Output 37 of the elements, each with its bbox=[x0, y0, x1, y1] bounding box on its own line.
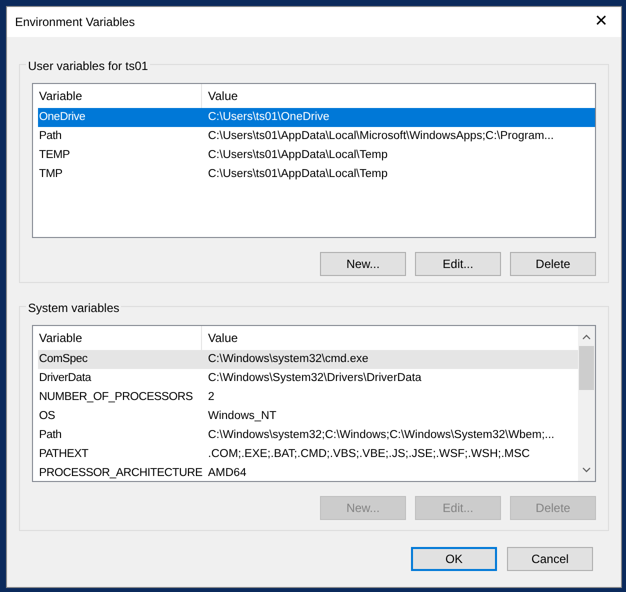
scroll-up-icon[interactable] bbox=[582, 334, 591, 340]
new-button[interactable]: New... bbox=[320, 252, 406, 276]
variable-value: C:\Windows\system32;C:\Windows;C:\Windows\System32\Wbem;... bbox=[208, 428, 556, 443]
edit-button[interactable]: Edit... bbox=[415, 252, 501, 276]
variable-name[interactable]: OS bbox=[38, 408, 208, 426]
scroll-down-icon[interactable] bbox=[582, 467, 591, 473]
variable-name[interactable]: PATHEXT bbox=[38, 446, 208, 464]
variable-name[interactable]: Path bbox=[38, 128, 208, 146]
variable-name[interactable]: Path bbox=[38, 426, 208, 444]
variable-value: AMD64 bbox=[208, 466, 248, 481]
column-header[interactable]: Value bbox=[202, 329, 238, 347]
variable-value: C:\Users\ts01\AppData\Local\Temp bbox=[208, 148, 389, 163]
variable-name[interactable]: NUMBER_OF_PROCESSORS bbox=[38, 388, 208, 406]
scroll-thumb[interactable] bbox=[579, 346, 594, 390]
scrollbar[interactable] bbox=[578, 326, 595, 481]
close-button[interactable]: ✕ bbox=[581, 7, 621, 37]
variable-name[interactable]: PROCESSOR_ARCHITECTURE bbox=[38, 464, 208, 481]
delete-button[interactable]: Delete bbox=[510, 252, 596, 276]
column-header[interactable]: Value bbox=[202, 87, 238, 105]
list-row[interactable]: OneDrive C:\Users\ts01\OneDrive bbox=[38, 108, 595, 127]
variable-value: C:\Users\ts01\AppData\Local\Temp bbox=[208, 166, 389, 182]
variable-value: C:\Users\ts01\OneDrive bbox=[208, 110, 330, 125]
variable-name: ComSpec bbox=[38, 352, 88, 367]
list-row[interactable]: ComSpec C:\Windows\system32\cmd.exe bbox=[38, 350, 578, 369]
variable-value: C:\Windows\system32\cmd.exe bbox=[208, 352, 370, 367]
variable-value: .COM;.EXE;.BAT;.CMD;.VBS;.VBE;.JS;.JSE;.WSF;.WSH;.MSC bbox=[208, 446, 531, 462]
ok-button[interactable]: OK bbox=[411, 547, 497, 571]
cancel-button[interactable]: Cancel bbox=[507, 547, 593, 571]
variable-name: OneDrive bbox=[38, 110, 86, 125]
variable-value: Windows_NT bbox=[208, 408, 278, 424]
variable-value: C:\Users\ts01\AppData\Local\Microsoft\WindowsApps;C:\Program... bbox=[208, 128, 555, 144]
variable-value: C:\Windows\System32\Drivers\DriverData bbox=[208, 370, 422, 386]
variable-name[interactable]: TEMP bbox=[38, 146, 208, 164]
variable-name[interactable]: DriverData bbox=[38, 370, 208, 388]
variable-name[interactable]: TMP bbox=[38, 166, 208, 184]
variable-value: 2 bbox=[208, 390, 216, 405]
window-title: Environment Variables bbox=[15, 14, 135, 31]
